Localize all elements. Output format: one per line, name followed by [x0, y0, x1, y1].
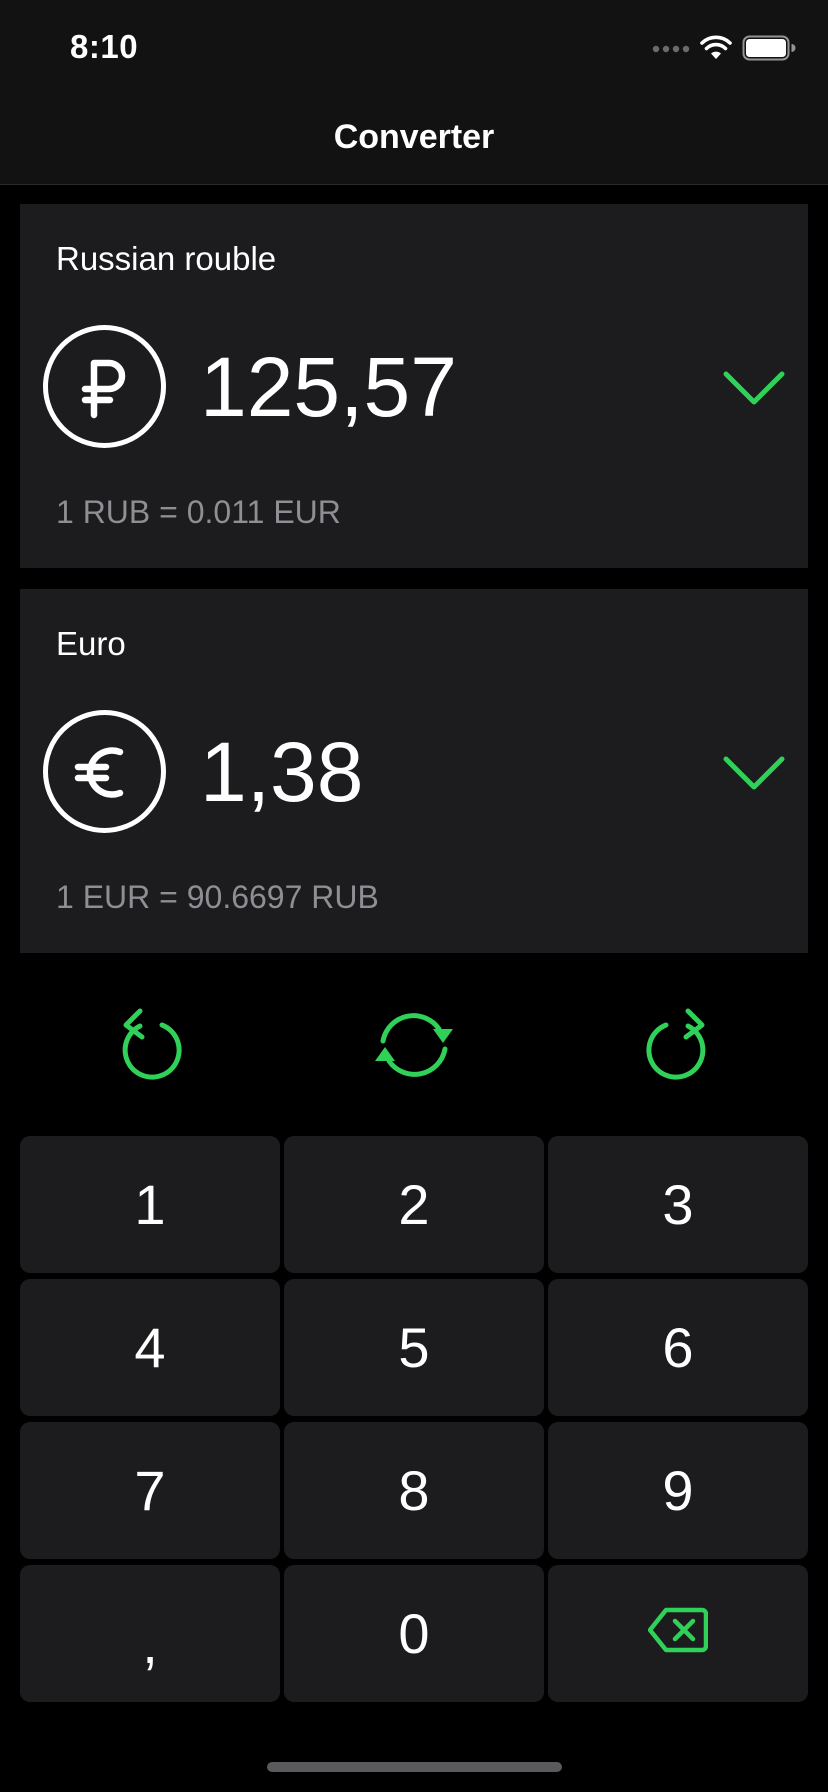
signal-icon	[652, 41, 690, 59]
undo-icon[interactable]	[106, 1000, 196, 1090]
status-bar: 8:10	[0, 0, 828, 92]
chevron-down-icon[interactable]	[722, 753, 786, 793]
key-6[interactable]: 6	[548, 1279, 808, 1416]
key-8[interactable]: 8	[284, 1422, 544, 1559]
swap-icon[interactable]	[369, 1000, 459, 1090]
home-indicator[interactable]	[267, 1762, 562, 1772]
key-2[interactable]: 2	[284, 1136, 544, 1273]
currency-name: Euro	[56, 625, 126, 662]
key-1[interactable]: 1	[20, 1136, 280, 1273]
exchange-rate: 1 EUR = 90.6697 RUB	[56, 879, 379, 915]
page-title: Converter	[333, 118, 495, 156]
navigation-bar: Converter	[0, 92, 828, 185]
key-comma-label: ,	[142, 1612, 158, 1675]
key-5[interactable]: 5	[284, 1279, 544, 1416]
amount-display[interactable]: 125,57	[200, 342, 457, 432]
key-9[interactable]: 9	[548, 1422, 808, 1559]
key-3[interactable]: 3	[548, 1136, 808, 1273]
currency-card-from[interactable]: Russian rouble 125,57 1 RUB = 0.011 EUR	[20, 204, 808, 568]
exchange-rate: 1 RUB = 0.011 EUR	[56, 494, 341, 530]
status-icons	[652, 35, 796, 66]
wifi-icon	[700, 35, 732, 66]
euro-icon[interactable]	[43, 710, 166, 833]
key-comma[interactable]: ,	[20, 1565, 280, 1702]
action-bar	[0, 1000, 828, 1090]
key-4[interactable]: 4	[20, 1279, 280, 1416]
ruble-icon[interactable]	[43, 325, 166, 448]
key-0[interactable]: 0	[284, 1565, 544, 1702]
status-time: 8:10	[70, 28, 139, 65]
currency-card-to[interactable]: Euro 1,38 1 EUR = 90.6697 RUB	[20, 589, 808, 953]
backspace-icon	[647, 1601, 709, 1666]
redo-icon[interactable]	[632, 1000, 722, 1090]
backspace-button[interactable]	[548, 1565, 808, 1702]
number-keypad: 1 2 3 4 5 6 7 8 9 , 0	[20, 1136, 808, 1702]
currency-name: Russian rouble	[56, 240, 277, 277]
chevron-down-icon[interactable]	[722, 368, 786, 408]
battery-icon	[742, 35, 796, 66]
key-7[interactable]: 7	[20, 1422, 280, 1559]
amount-display[interactable]: 1,38	[200, 727, 364, 817]
